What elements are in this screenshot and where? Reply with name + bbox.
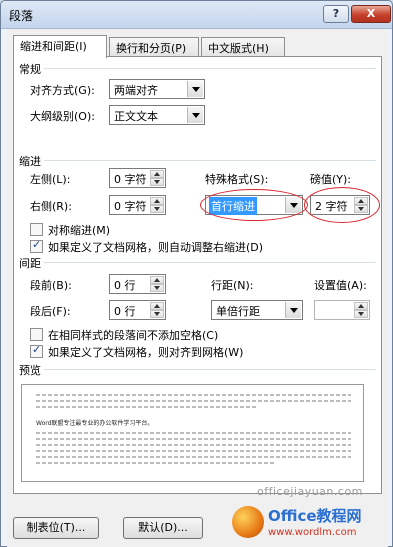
close-button[interactable]: X — [351, 5, 391, 23]
right-indent-value: 0 字符 — [114, 200, 147, 213]
line-spacing-label: 行距(N): — [211, 279, 254, 292]
help-button[interactable]: ? — [323, 5, 349, 23]
title-bar: 段落 ? X — [1, 1, 392, 29]
snap-to-grid-label: 如果定义了文档网格，则对齐到网格(W) — [48, 346, 244, 359]
special-format-label: 特殊格式(S): — [205, 173, 269, 186]
spin-up-icon[interactable] — [150, 302, 164, 310]
alignment-select[interactable]: 两端对齐 — [109, 79, 205, 99]
alignment-value: 两端对齐 — [114, 84, 158, 97]
spin-down-icon[interactable] — [150, 178, 164, 186]
space-before-label: 段前(B): — [30, 279, 72, 292]
space-before-value: 0 行 — [114, 279, 136, 292]
space-before-spinner[interactable]: 0 行 — [109, 274, 166, 294]
dialog-title: 段落 — [9, 9, 34, 23]
watermark-text: officejiayuan.com — [257, 485, 363, 498]
preview-line — [36, 450, 351, 452]
space-after-spinner[interactable]: 0 行 — [109, 300, 166, 320]
dialog-body: 缩进和间距(I) 换行和分页(P) 中文版式(H) 常规 对齐方式(G): 两端… — [7, 29, 388, 547]
general-divider — [44, 68, 376, 69]
watermark-brand: Office教程网 — [268, 507, 362, 525]
preview-line — [36, 456, 351, 458]
watermark-url: www.wordlm.com — [268, 527, 357, 538]
tab-line-page-breaks[interactable]: 换行和分页(P) — [109, 37, 199, 57]
line-spacing-select[interactable]: 单倍行距 — [211, 300, 303, 320]
preview-line — [36, 438, 351, 440]
spin-up-icon[interactable] — [150, 197, 164, 205]
mirror-indents-label: 对称缩进(M) — [48, 224, 111, 237]
line-spacing-at-spinner[interactable] — [314, 300, 370, 320]
general-section-title: 常规 — [19, 63, 41, 76]
spin-down-icon[interactable] — [354, 310, 368, 318]
set-default-button[interactable]: 默认(D)... — [123, 517, 203, 539]
no-space-same-style-label: 在相同样式的段落间不添加空格(C) — [48, 329, 219, 342]
paragraph-dialog: 段落 ? X 缩进和间距(I) 换行和分页(P) 中文版式(H) 常规 对齐方式… — [0, 0, 393, 547]
office-logo-icon — [232, 506, 264, 538]
indent-by-label: 磅值(Y): — [310, 173, 352, 186]
right-indent-label: 右侧(R): — [30, 200, 72, 213]
snap-to-grid-checkbox[interactable] — [30, 343, 43, 358]
preview-section-title: 预览 — [19, 364, 41, 377]
indent-section-title: 缩进 — [19, 155, 41, 168]
preview-sample-text: Word联盟专注最专业的办公软件学习平台。 — [36, 420, 154, 427]
chevron-down-icon[interactable] — [187, 107, 203, 123]
preview-line — [36, 432, 351, 434]
outline-level-value: 正文文本 — [114, 110, 158, 123]
preview-line — [36, 406, 256, 408]
tab-asian-typography[interactable]: 中文版式(H) — [201, 37, 285, 57]
preview-line — [36, 400, 351, 402]
auto-adjust-indent-label: 如果定义了文档网格，则自动调整右缩进(D) — [48, 241, 264, 254]
mirror-indents-checkbox[interactable] — [30, 223, 43, 236]
line-spacing-value: 单倍行距 — [216, 305, 260, 318]
chevron-down-icon[interactable] — [285, 302, 301, 318]
left-indent-label: 左侧(L): — [30, 173, 71, 186]
annotation-circle-by — [304, 187, 380, 223]
indent-divider — [44, 160, 376, 161]
tabs-button[interactable]: 制表位(T)... — [13, 517, 99, 539]
spin-up-icon[interactable] — [150, 276, 164, 284]
preview-line — [36, 462, 276, 464]
preview-line — [36, 394, 351, 396]
line-spacing-at-label: 设置值(A): — [314, 279, 367, 292]
alignment-label: 对齐方式(G): — [30, 84, 95, 97]
left-indent-value: 0 字符 — [114, 173, 147, 186]
spin-up-icon[interactable] — [150, 170, 164, 178]
tab-indents-spacing[interactable]: 缩进和间距(I) — [13, 35, 107, 58]
spin-down-icon[interactable] — [150, 310, 164, 318]
spin-down-icon[interactable] — [150, 284, 164, 292]
preview-box: Word联盟专注最专业的办公软件学习平台。 — [21, 384, 364, 482]
left-indent-spinner[interactable]: 0 字符 — [109, 168, 166, 188]
spin-up-icon[interactable] — [354, 302, 368, 310]
outline-level-select[interactable]: 正文文本 — [109, 105, 205, 125]
no-space-same-style-checkbox[interactable] — [30, 328, 43, 341]
chevron-down-icon[interactable] — [187, 81, 203, 97]
right-indent-spinner[interactable]: 0 字符 — [109, 195, 166, 215]
outline-level-label: 大纲级别(O): — [30, 110, 95, 123]
space-after-value: 0 行 — [114, 305, 136, 318]
watermark-logo: Office教程网 www.wordlm.com — [228, 501, 386, 545]
annotation-circle-special — [200, 189, 308, 221]
spin-down-icon[interactable] — [150, 205, 164, 213]
spacing-section-title: 间距 — [19, 257, 41, 270]
preview-line — [36, 444, 351, 446]
space-after-label: 段后(F): — [30, 305, 71, 318]
auto-adjust-indent-checkbox[interactable] — [30, 238, 43, 253]
preview-divider — [44, 369, 376, 370]
spacing-divider — [44, 262, 376, 263]
